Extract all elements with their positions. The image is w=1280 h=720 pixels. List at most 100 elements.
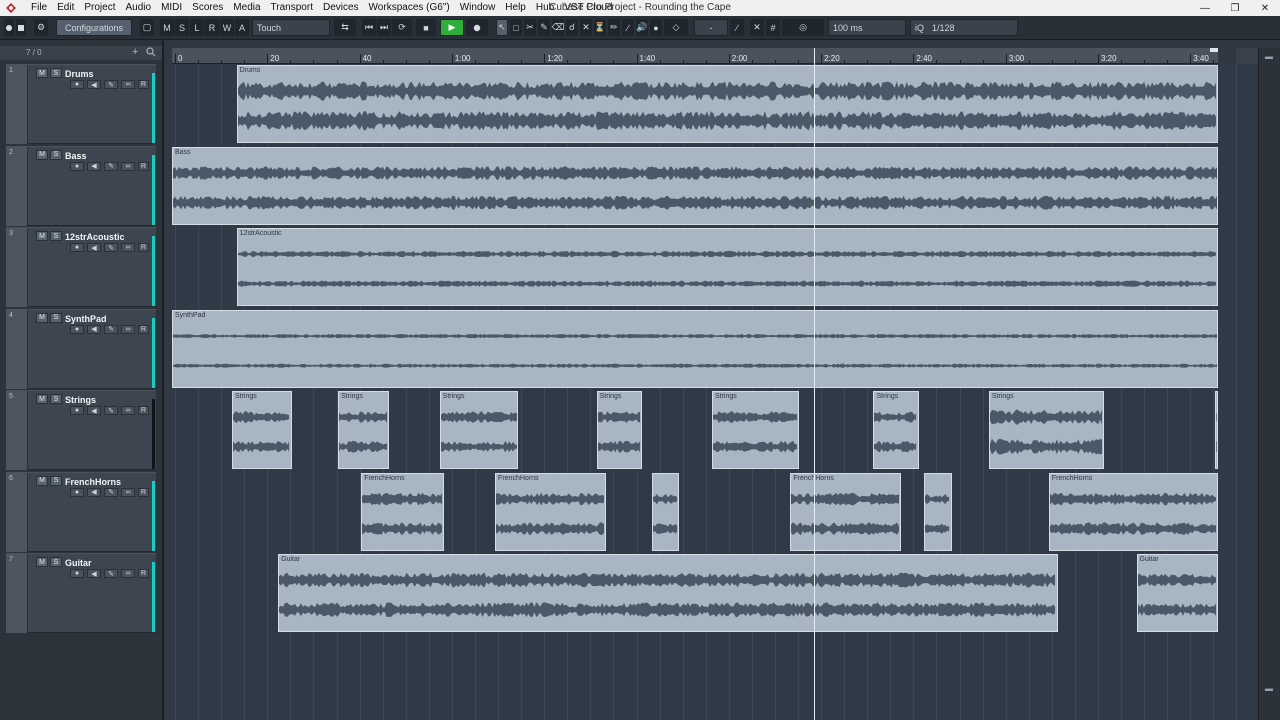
audio-event[interactable]: FrenchHorns — [495, 472, 606, 551]
solo-button[interactable]: S — [50, 231, 62, 241]
track-header[interactable]: 6 M S FrenchHorns ● ◀ ✎ ∞ R — [6, 471, 156, 552]
edit-icon[interactable]: ✎ — [104, 406, 118, 415]
object-selection-tool-icon[interactable]: ↖ — [496, 19, 508, 36]
automation-mode-a-button[interactable]: A — [235, 19, 249, 36]
time-warp-tool-icon[interactable]: ⏳ — [594, 19, 606, 36]
automation-mode-w-button[interactable]: W — [220, 19, 234, 36]
quantize-select[interactable]: iQ 1/128 — [910, 19, 1018, 36]
menu-hub[interactable]: Hub — [531, 2, 559, 14]
link-icon[interactable]: ∞ — [121, 324, 135, 334]
read-automation-button[interactable]: R — [138, 487, 149, 497]
snap-mode-select[interactable]: - — [694, 19, 728, 36]
audio-event[interactable]: Strings — [1214, 391, 1218, 469]
link-icon[interactable]: ∞ — [121, 80, 135, 89]
edit-icon[interactable]: ✎ — [104, 569, 118, 578]
timeline-ruler[interactable]: 0 20 40 1:00 1:20 1:40 2:00 2:20 2:40 3:00 3:20 3:4… — [172, 48, 1261, 64]
solo-button[interactable]: S — [50, 312, 62, 323]
menu-scores[interactable]: Scores — [187, 2, 228, 14]
settings-icon[interactable]: ⚙ — [34, 19, 48, 36]
read-automation-button[interactable]: R — [138, 80, 149, 89]
audio-event[interactable]: FrenchHorns — [1048, 472, 1218, 551]
close-icon[interactable]: ✕ — [1250, 0, 1280, 16]
automation-mode-l-button[interactable]: L — [190, 19, 204, 36]
mute-tool-icon[interactable]: ✕ — [580, 19, 592, 36]
menu-workspaces-g6[interactable]: Workspaces (G6") — [364, 2, 455, 14]
draw-tool-icon[interactable]: ✏ — [608, 19, 620, 36]
monitor-icon[interactable]: ● — [70, 80, 84, 89]
minimize-icon[interactable]: — — [1190, 0, 1220, 16]
audio-event[interactable]: Strings — [231, 391, 292, 469]
mute-button[interactable]: M — [36, 231, 48, 241]
forward-icon[interactable]: ⏭ — [377, 19, 391, 36]
audio-event[interactable]: Strings — [338, 391, 389, 469]
ruler-options[interactable] — [1236, 48, 1258, 64]
audio-event[interactable]: 12strAcoustic — [236, 228, 1218, 306]
menu-devices[interactable]: Devices — [318, 2, 364, 14]
mute-button[interactable]: M — [36, 312, 48, 323]
glue-tool-icon[interactable]: ✎ — [538, 19, 550, 36]
snap-icon[interactable]: ∕ — [730, 19, 744, 36]
rewind-icon[interactable]: ⏮ — [362, 19, 376, 36]
solo-button[interactable]: S — [50, 68, 62, 78]
restore-icon[interactable]: ❐ — [1220, 0, 1250, 16]
read-automation-button[interactable]: R — [138, 569, 149, 578]
edit-icon[interactable]: ✎ — [104, 487, 118, 497]
mute-button[interactable]: M — [36, 557, 48, 567]
edit-icon[interactable]: ✎ — [104, 324, 118, 334]
read-automation-button[interactable]: R — [138, 243, 149, 252]
solo-button[interactable]: S — [50, 149, 62, 160]
solo-button[interactable]: S — [50, 557, 62, 567]
automation-mode-select[interactable]: Touch — [252, 19, 330, 36]
configurations-button[interactable]: Configurations — [56, 19, 132, 36]
menu-vst-cloud[interactable]: VST Cloud — [559, 2, 617, 14]
menu-audio[interactable]: Audio — [120, 2, 156, 14]
automation-mode-s-button[interactable]: S — [175, 19, 189, 36]
audio-event[interactable]: Strings — [711, 391, 800, 469]
solo-button[interactable]: S — [50, 394, 62, 404]
mute-button[interactable]: M — [36, 394, 48, 404]
monitor-icon[interactable]: ● — [70, 569, 84, 578]
speaker-icon[interactable]: ◀ — [87, 569, 101, 578]
menu-media[interactable]: Media — [228, 2, 265, 14]
cycle-follow-icon[interactable]: ⇆ — [334, 19, 356, 36]
speaker-icon[interactable]: ◀ — [87, 243, 101, 252]
speaker-icon[interactable]: ◀ — [87, 324, 101, 334]
edit-icon[interactable]: ✎ — [104, 161, 118, 171]
track-name[interactable]: Bass — [65, 151, 87, 161]
grid-icon[interactable]: # — [766, 19, 780, 36]
project-cursor[interactable] — [814, 48, 815, 720]
track-name[interactable]: Guitar — [65, 558, 92, 568]
split-tool-icon[interactable]: ✂ — [524, 19, 536, 36]
zoom-out-icon[interactable]: ▬ — [1265, 52, 1275, 61]
automation-mode-m-button[interactable]: M — [160, 19, 174, 36]
play-button[interactable]: ▶ — [440, 19, 464, 36]
zoom-tool-icon[interactable]: ☌ — [566, 19, 578, 36]
menu-transport[interactable]: Transport — [266, 2, 318, 14]
cycle-icon[interactable]: ⟳ — [392, 19, 412, 36]
find-track-icon[interactable] — [146, 47, 156, 57]
audio-event[interactable]: Strings — [596, 391, 643, 469]
grid-type-select[interactable]: ◎ — [782, 19, 824, 36]
event-display[interactable]: Drums Bass 12strAcoustic SynthPad Strings Str… — [164, 64, 1256, 720]
monitor-icon[interactable]: ● — [70, 243, 84, 252]
track-name[interactable]: 12strAcoustic — [65, 232, 125, 242]
mute-button[interactable]: M — [36, 475, 48, 486]
zoom-in-icon[interactable]: ▬ — [1265, 684, 1275, 693]
link-icon[interactable]: ∞ — [121, 487, 135, 497]
speaker-icon[interactable]: ◀ — [87, 487, 101, 497]
monitor-icon[interactable]: ● — [70, 487, 84, 497]
audio-event[interactable]: FrenchHorns — [361, 472, 445, 551]
snap-to-zero-icon[interactable]: ✕ — [750, 19, 764, 36]
track-header[interactable]: 2 M S Bass ● ◀ ✎ ∞ R — [6, 145, 156, 226]
track-name[interactable]: SynthPad — [65, 314, 107, 324]
audio-event[interactable]: FrenchHorns — [790, 472, 901, 551]
track-header[interactable]: 4 M S SynthPad ● ◀ ✎ ∞ R — [6, 308, 156, 389]
read-automation-button[interactable]: R — [138, 161, 149, 171]
stop-button[interactable]: ■ — [416, 19, 436, 36]
erase-tool-icon[interactable]: ⌫ — [552, 19, 564, 36]
menu-file[interactable]: File — [26, 2, 52, 14]
speaker-icon[interactable]: ◀ — [87, 406, 101, 415]
monitor-icon[interactable]: ● — [70, 324, 84, 334]
monitor-icon[interactable]: ● — [70, 406, 84, 415]
range-tool-icon[interactable]: □ — [510, 19, 522, 36]
